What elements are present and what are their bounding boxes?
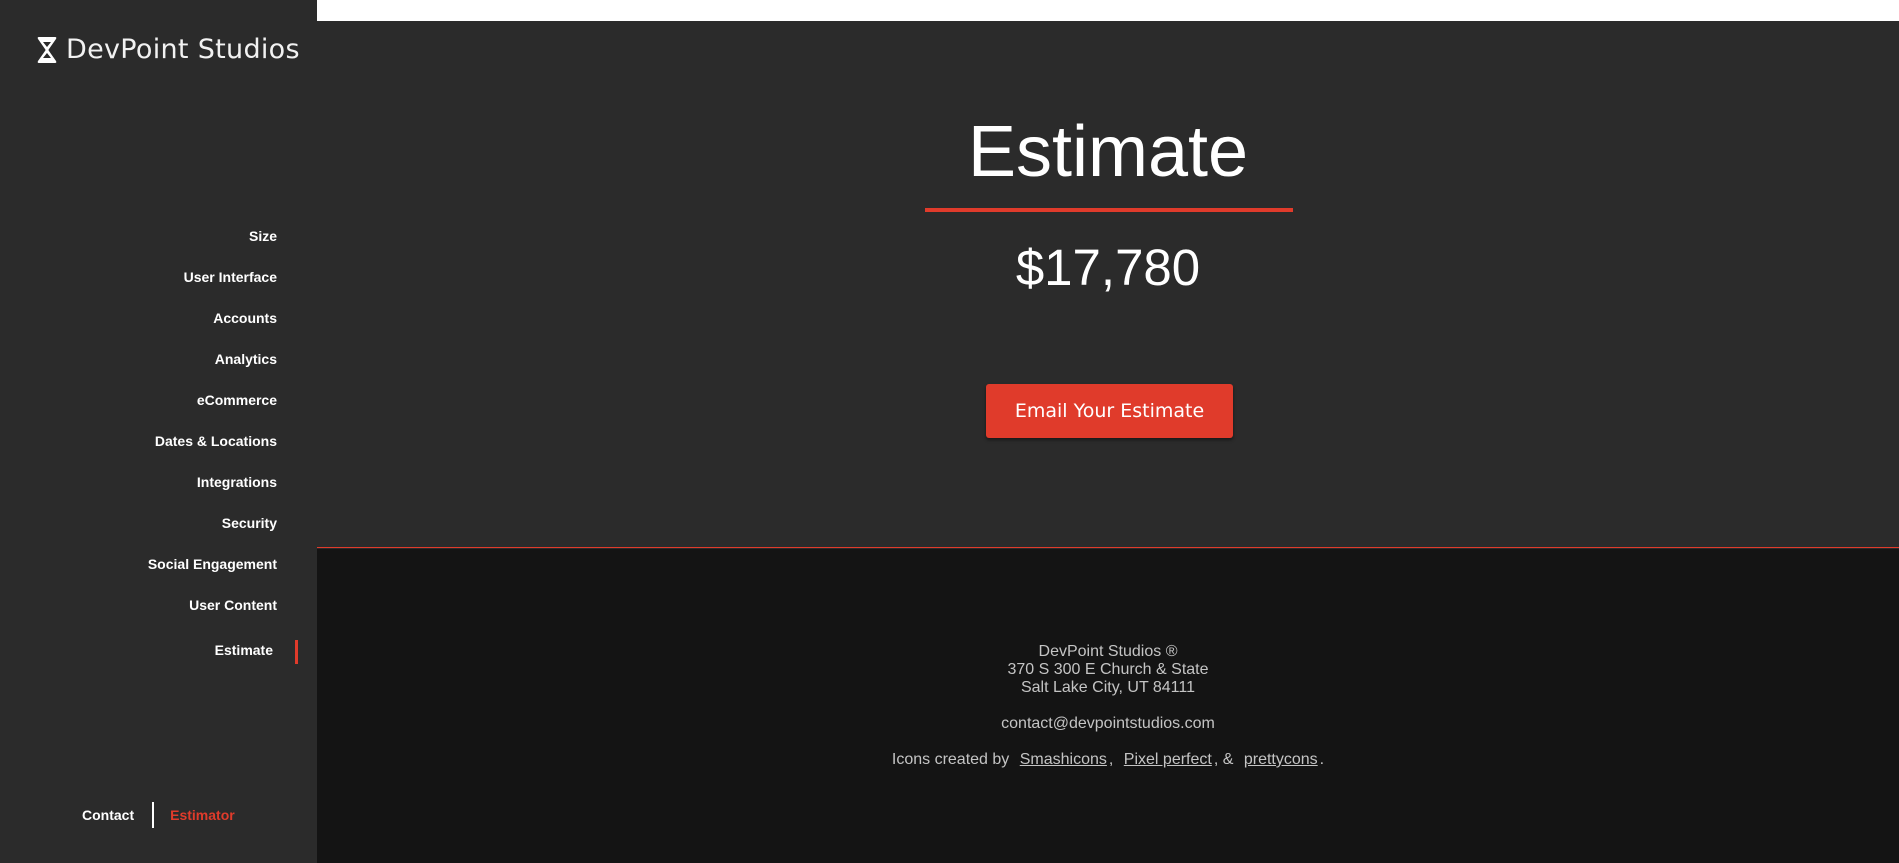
estimator-steps-nav: Size User Interface Accounts Analytics e… (17, 216, 298, 671)
sidebar-item-security[interactable]: Security (17, 503, 277, 544)
contact-email-link[interactable]: contact@devpointstudios.com (317, 715, 1899, 733)
credit-separator: , & (1213, 751, 1234, 768)
sidebar-item-estimate[interactable]: Estimate (17, 630, 298, 671)
contact-link[interactable]: Contact (82, 807, 134, 823)
credit-link-pixel-perfect[interactable]: Pixel perfect (1124, 751, 1212, 768)
credits-prefix: Icons created by (891, 751, 1010, 768)
site-footer: DevPoint Studios ® 370 S 300 E Church & … (317, 549, 1899, 863)
credit-link-smashicons[interactable]: Smashicons (1020, 751, 1107, 768)
sidebar-item-social-engagement[interactable]: Social Engagement (17, 544, 277, 585)
company-address: DevPoint Studios ® 370 S 300 E Church & … (317, 643, 1899, 697)
sidebar: DevPoint Studios Size User Interface Acc… (0, 0, 317, 863)
footer-divider (152, 802, 155, 828)
credit-link-prettycons[interactable]: prettycons (1244, 751, 1318, 768)
address-line-2: Salt Lake City, UT 84111 (1020, 679, 1195, 696)
icon-credits: Icons created by Smashicons, Pixel perfe… (317, 751, 1899, 769)
devpoint-logo-icon (37, 36, 57, 63)
title-underline (925, 208, 1293, 212)
top-bar (317, 0, 1899, 21)
sidebar-item-accounts[interactable]: Accounts (17, 298, 277, 339)
estimator-link[interactable]: Estimator (170, 807, 235, 823)
sidebar-item-size[interactable]: Size (17, 216, 277, 257)
sidebar-item-dates-locations[interactable]: Dates & Locations (17, 421, 277, 462)
sidebar-item-integrations[interactable]: Integrations (17, 462, 277, 503)
brand-name: DevPoint Studios (66, 34, 300, 65)
sidebar-item-ecommerce[interactable]: eCommerce (17, 380, 277, 421)
estimate-panel: Estimate $17,780 Email Your Estimate (317, 21, 1899, 548)
credit-separator: , (1108, 751, 1114, 768)
sidebar-footer-links: Contact Estimator (82, 802, 235, 828)
brand-logo[interactable]: DevPoint Studios (36, 34, 300, 65)
email-estimate-button[interactable]: Email Your Estimate (986, 384, 1233, 438)
company-name: DevPoint Studios ® (1038, 643, 1178, 660)
estimate-price: $17,780 (1015, 239, 1201, 296)
sidebar-item-user-interface[interactable]: User Interface (17, 257, 277, 298)
page-title: Estimate (967, 112, 1249, 192)
sidebar-item-analytics[interactable]: Analytics (17, 339, 277, 380)
credits-suffix: . (1319, 751, 1325, 768)
sidebar-item-user-content[interactable]: User Content (17, 585, 277, 626)
address-line-1: 370 S 300 E Church & State (1007, 661, 1209, 678)
